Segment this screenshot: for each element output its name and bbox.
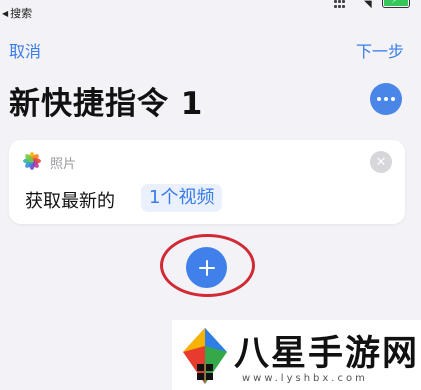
watermark: 八星手游网 www.lyshbx.com	[172, 320, 421, 390]
action-card[interactable]: 照片 ✕ 获取最新的 1个视频	[9, 140, 405, 224]
photos-icon	[23, 152, 41, 170]
close-icon[interactable]: ✕	[370, 151, 392, 173]
signal-icon	[334, 0, 346, 8]
card-app-label: 照片	[50, 157, 77, 172]
card-action-text: 获取最新的	[25, 191, 115, 212]
add-action-button[interactable]	[186, 247, 227, 288]
more-button[interactable]	[370, 83, 402, 115]
watermark-url: www.lyshbx.com	[242, 373, 368, 384]
back-to-app[interactable]: ◀ 搜索	[2, 5, 32, 21]
video-count-parameter[interactable]: 1个视频	[141, 184, 223, 212]
watermark-title: 八星手游网	[234, 334, 420, 374]
watermark-logo-icon	[183, 328, 227, 384]
status-bar: ◀ 搜索 ◥ ⚡	[0, 0, 421, 22]
page-title: 新快捷指令 1	[9, 86, 204, 122]
cancel-button[interactable]: 取消	[9, 38, 41, 62]
battery-charging-icon: ⚡	[382, 0, 410, 8]
ellipsis-icon	[377, 97, 395, 101]
next-button[interactable]: 下一步	[356, 38, 404, 62]
back-triangle-icon: ◀	[2, 8, 9, 18]
status-icons: ◥ ⚡	[334, 0, 421, 10]
plus-icon	[198, 259, 215, 276]
wifi-icon: ◥	[364, 0, 372, 10]
back-app-label: 搜索	[10, 7, 33, 20]
